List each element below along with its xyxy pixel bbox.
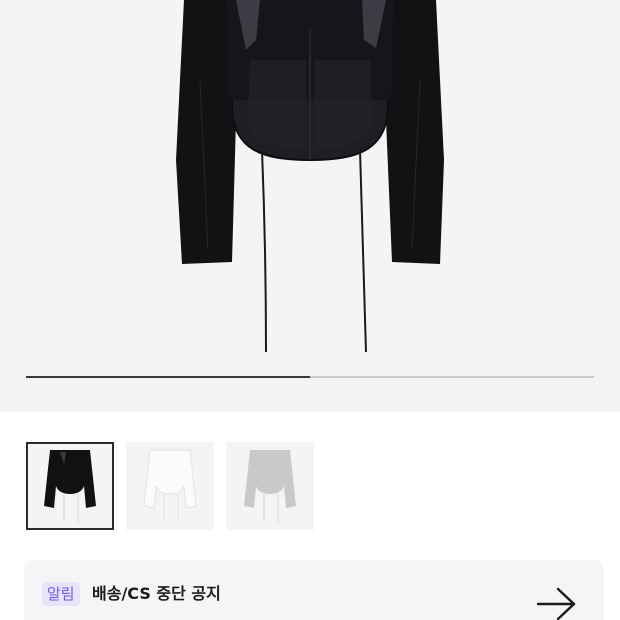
thumbnail-white[interactable] <box>126 442 214 530</box>
notice-card[interactable]: 알림 배송/CS 중단 공지 <box>24 560 604 620</box>
notice-badge: 알림 <box>42 582 80 606</box>
gallery-progress-bar <box>26 376 594 378</box>
thumbnail-gray-image <box>244 450 296 522</box>
thumbnail-strip <box>0 412 620 552</box>
thumbnail-gray[interactable] <box>226 442 314 530</box>
thumbnail-black[interactable] <box>26 442 114 530</box>
thumbnail-white-image <box>143 449 197 522</box>
product-image-black-jacket <box>176 0 444 353</box>
notice-title: 배송/CS 중단 공지 <box>92 584 221 603</box>
thumbnail-black-image <box>44 450 96 522</box>
product-image-gallery[interactable] <box>0 0 620 412</box>
gallery-progress-fill <box>26 376 310 378</box>
arrow-right-icon[interactable] <box>536 586 578 620</box>
